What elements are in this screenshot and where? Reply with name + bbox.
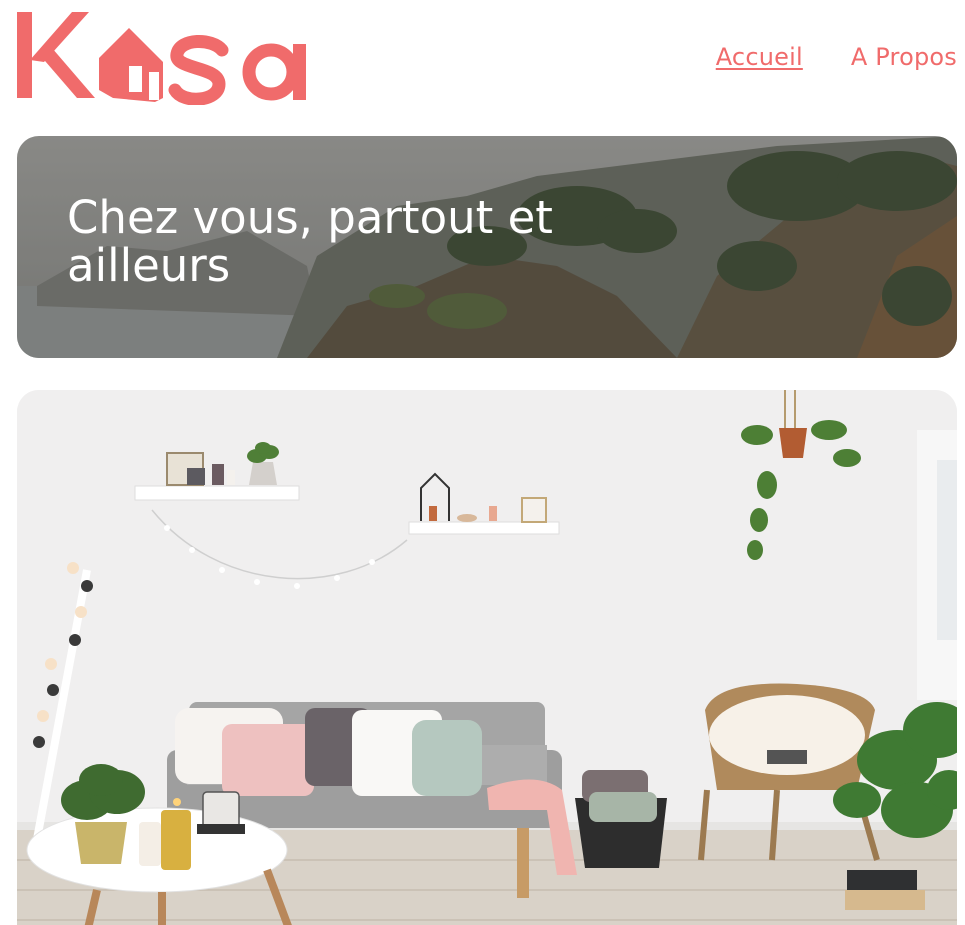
main-nav: Accueil A Propos: [716, 43, 957, 71]
home-banner: Chez vous, partout et ailleurs: [17, 136, 957, 358]
kasa-logo[interactable]: [17, 10, 309, 106]
nav-link-accueil[interactable]: Accueil: [716, 43, 803, 71]
header: Accueil A Propos: [17, 10, 957, 106]
living-room-illustration: [17, 390, 957, 925]
living-room-image: [17, 390, 957, 925]
banner-title: Chez vous, partout et ailleurs: [67, 191, 553, 292]
nav-link-a-propos[interactable]: A Propos: [851, 43, 957, 71]
